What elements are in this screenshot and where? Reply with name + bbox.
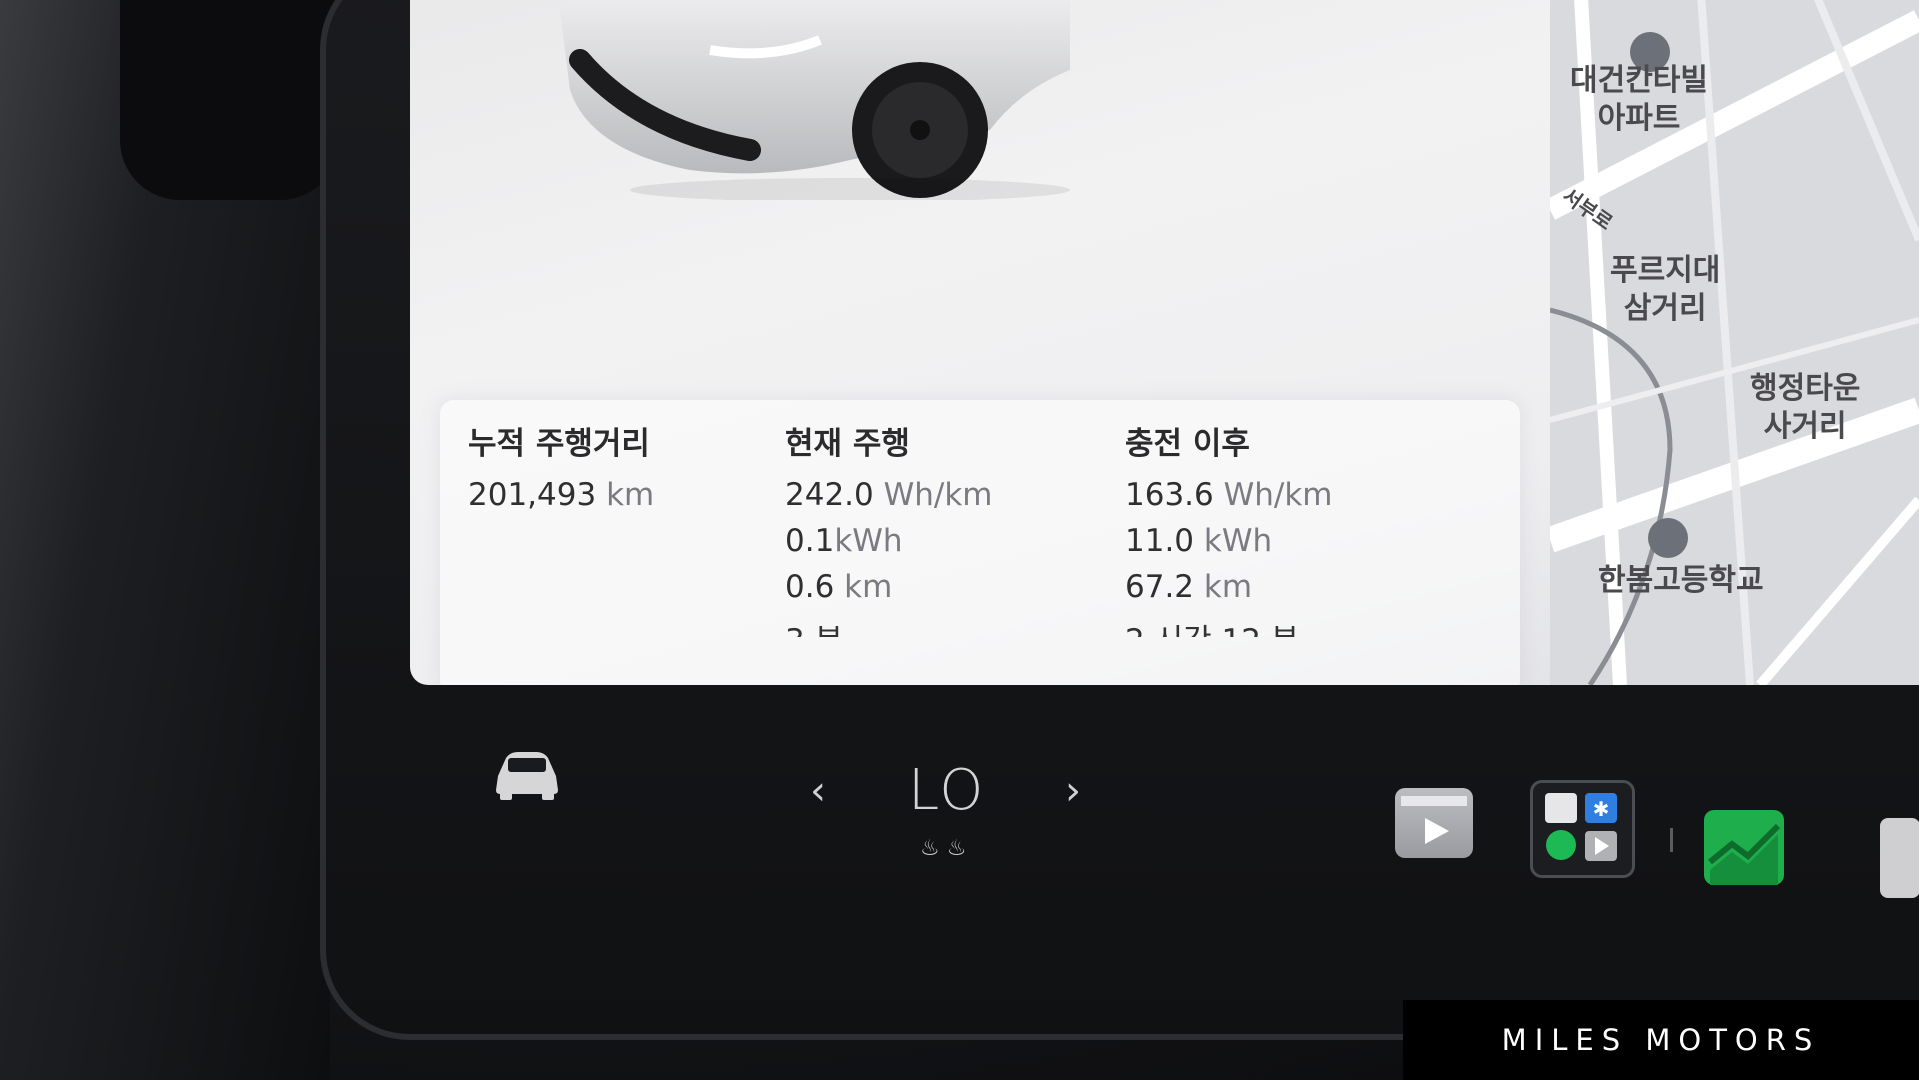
- odometer-row: 201,493 km: [468, 477, 654, 513]
- current-trip-energy: 0.1kWh: [785, 523, 993, 559]
- touchscreen: 누적 주행거리 201,493 km 현재 주행 242.0 Wh/km 0.1…: [410, 0, 1919, 685]
- temp-decrease-button[interactable]: ‹: [810, 768, 826, 814]
- dock-divider: [1670, 828, 1673, 852]
- climate-temperature[interactable]: LO: [908, 758, 985, 823]
- current-trip-energy-value: 0.1: [785, 523, 835, 559]
- current-trip-efficiency: 242.0 Wh/km: [785, 477, 993, 513]
- chart-icon: [1708, 823, 1781, 885]
- current-trip-duration: 3 분: [785, 615, 993, 637]
- current-trip-title: 현재 주행: [785, 426, 910, 462]
- since-charge-efficiency-unit: Wh/km: [1223, 477, 1333, 513]
- since-charge-efficiency-value: 163.6: [1125, 477, 1214, 513]
- current-trip-efficiency-value: 242.0: [785, 477, 874, 513]
- current-trip-efficiency-unit: Wh/km: [883, 477, 993, 513]
- odometer-value: 201,493: [468, 477, 597, 513]
- since-charge-energy-unit: kWh: [1203, 523, 1273, 559]
- current-trip-distance-unit: km: [844, 569, 893, 605]
- map-label-intersection-2: 행정타운 사거리: [1750, 371, 1861, 444]
- car-render-image[interactable]: [550, 0, 1070, 200]
- play-icon: [1401, 796, 1467, 844]
- map-label-intersection-1: 푸르지대 삼거리: [1610, 253, 1721, 326]
- current-trip-energy-unit: kWh: [834, 523, 903, 559]
- toybox-app-icon[interactable]: [1880, 818, 1919, 898]
- map-label-school: 한봄고등학교: [1598, 563, 1764, 598]
- since-charge-distance-unit: km: [1203, 569, 1253, 605]
- current-trip-distance-value: 0.6: [785, 569, 835, 605]
- school-poi-icon[interactable]: [1648, 518, 1688, 558]
- since-charge-distance: 67.2 km: [1125, 569, 1333, 605]
- current-trip-column[interactable]: 현재 주행 242.0 Wh/km 0.1kWh 0.6 km 3 분: [785, 418, 993, 637]
- watermark: MILES MOTORS: [1403, 1000, 1919, 1080]
- since-charge-duration: 2 시간 12 분: [1125, 615, 1333, 637]
- since-charge-energy: 11.0 kWh: [1125, 523, 1333, 559]
- since-charge-efficiency: 163.6 Wh/km: [1125, 477, 1333, 513]
- video-app-icon[interactable]: [1395, 788, 1473, 858]
- bottom-dock: ‹ LO › ♨ ♨ ✱: [410, 700, 1919, 898]
- trip-stats-panel: 누적 주행거리 201,493 km 현재 주행 242.0 Wh/km 0.1…: [440, 400, 1520, 685]
- odometer-unit: km: [606, 477, 655, 513]
- seat-heater-icon[interactable]: ♨ ♨: [920, 836, 966, 861]
- odometer-title: 누적 주행거리: [468, 426, 650, 462]
- app-launcher-icon[interactable]: ✱: [1530, 780, 1635, 878]
- energy-app-icon[interactable]: [1704, 810, 1784, 885]
- map-label-top: 거리: [1556, 0, 1611, 6]
- map-label-apartment: 대건칸타빌 아파트: [1570, 63, 1708, 136]
- car-icon[interactable]: [490, 746, 564, 802]
- steering-wheel-shadow: [120, 0, 340, 200]
- since-charge-energy-value: 11.0: [1125, 523, 1195, 559]
- odometer-column: 누적 주행거리 201,493 km: [468, 418, 654, 523]
- svg-text:✱: ✱: [1593, 797, 1610, 821]
- since-charge-column[interactable]: 충전 이후 163.6 Wh/km 11.0 kWh 67.2 km 2 시간 …: [1125, 418, 1333, 637]
- since-charge-distance-value: 67.2: [1125, 569, 1195, 605]
- since-charge-title: 충전 이후: [1125, 426, 1250, 462]
- navigation-map[interactable]: 거리 대건칸타빌 아파트 서부로 푸르지대 삼거리 행정타운 사거리 한봄고등학…: [1550, 0, 1919, 685]
- temp-increase-button[interactable]: ›: [1065, 768, 1081, 814]
- current-trip-distance: 0.6 km: [785, 569, 993, 605]
- app-grid-icon: ✱: [1545, 793, 1617, 861]
